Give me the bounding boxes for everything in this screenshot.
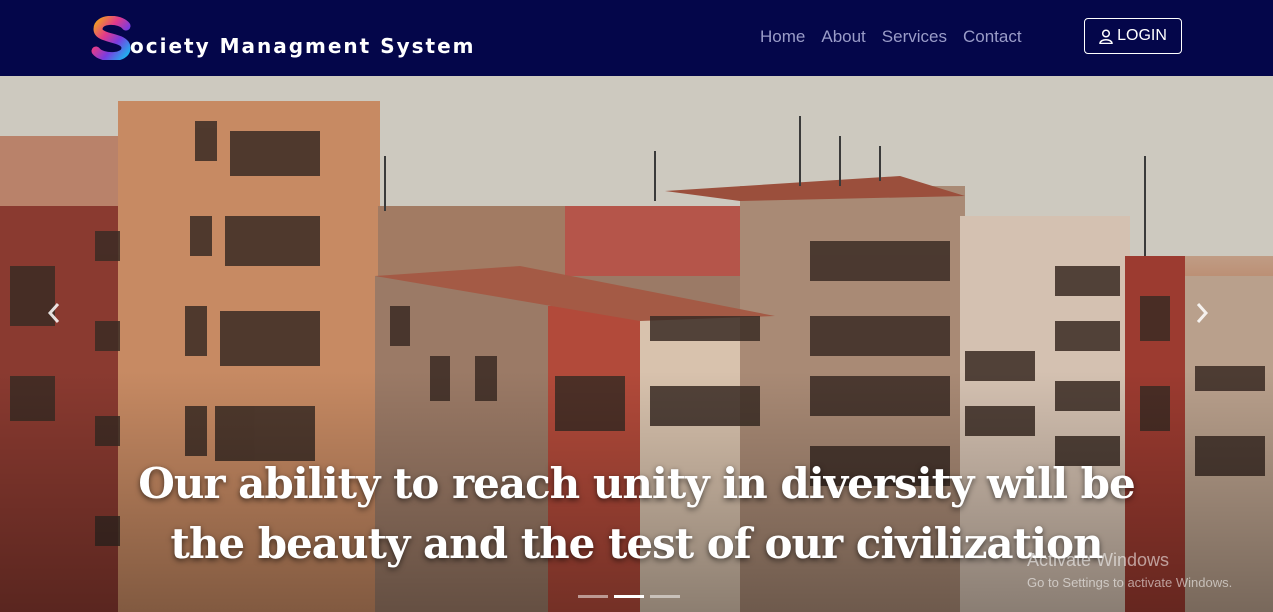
navbar: ociety Managment System Home About Servi… xyxy=(0,0,1273,76)
carousel-indicator-1[interactable] xyxy=(578,595,608,598)
nav-home[interactable]: Home xyxy=(760,27,805,47)
nav-contact[interactable]: Contact xyxy=(963,27,1022,47)
nav-about[interactable]: About xyxy=(821,27,865,47)
carousel-prev[interactable] xyxy=(42,298,66,328)
chevron-left-icon xyxy=(47,303,60,323)
watermark-subtitle: Go to Settings to activate Windows. xyxy=(1027,575,1233,590)
login-label: LOGIN xyxy=(1117,27,1167,44)
carousel-indicator-2[interactable] xyxy=(614,595,644,598)
watermark-title: Activate Windows xyxy=(1027,550,1170,570)
nav-links: Home About Services Contact xyxy=(760,27,1022,47)
user-icon xyxy=(1099,28,1113,44)
carousel-indicators xyxy=(578,595,680,598)
hero-caption-line1: Our ability to reach unity in diversity … xyxy=(138,459,1135,508)
logo-icon xyxy=(90,15,134,62)
windows-activation-watermark: Activate Windows Go to Settings to activ… xyxy=(1027,550,1232,590)
nav-services[interactable]: Services xyxy=(882,27,947,47)
hero-carousel: Our ability to reach unity in diversity … xyxy=(0,76,1273,612)
login-button[interactable]: LOGIN xyxy=(1084,18,1182,54)
chevron-right-icon xyxy=(1196,303,1209,323)
carousel-indicator-3[interactable] xyxy=(650,595,680,598)
brand[interactable]: ociety Managment System xyxy=(90,14,476,62)
brand-name: ociety Managment System xyxy=(130,34,476,58)
carousel-next[interactable] xyxy=(1190,298,1214,328)
